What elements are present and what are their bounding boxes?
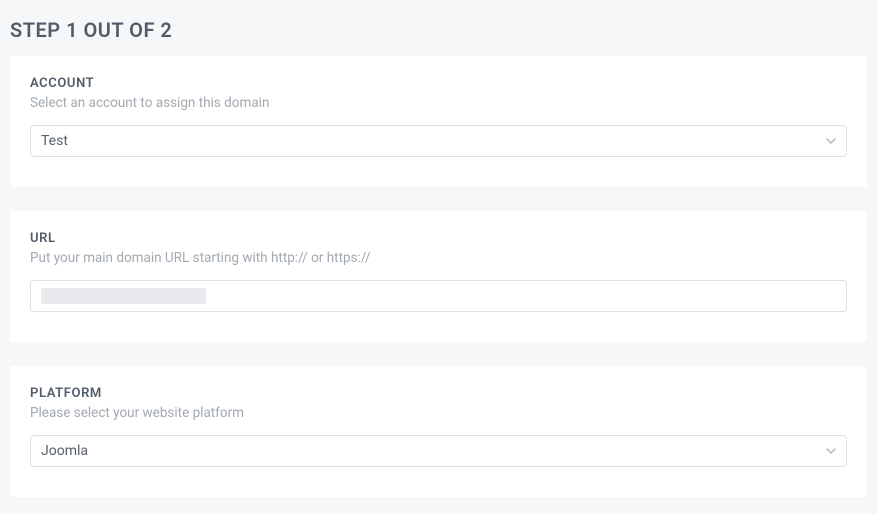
page-title: STEP 1 OUT OF 2 (0, 0, 877, 56)
url-value-redacted (41, 288, 206, 304)
url-card: URL Put your main domain URL starting wi… (10, 211, 867, 342)
account-select[interactable]: Test (30, 125, 847, 157)
platform-card: PLATFORM Please select your website plat… (10, 366, 867, 497)
platform-hint: Please select your website platform (30, 405, 847, 421)
platform-label: PLATFORM (30, 386, 847, 401)
url-input[interactable] (30, 280, 847, 312)
platform-select-value: Joomla (41, 443, 88, 459)
url-label: URL (30, 231, 847, 246)
url-hint: Put your main domain URL starting with h… (30, 250, 847, 266)
account-label: ACCOUNT (30, 76, 847, 91)
account-hint: Select an account to assign this domain (30, 95, 847, 111)
account-select-value: Test (41, 133, 68, 149)
platform-select[interactable]: Joomla (30, 435, 847, 467)
account-card: ACCOUNT Select an account to assign this… (10, 56, 867, 187)
